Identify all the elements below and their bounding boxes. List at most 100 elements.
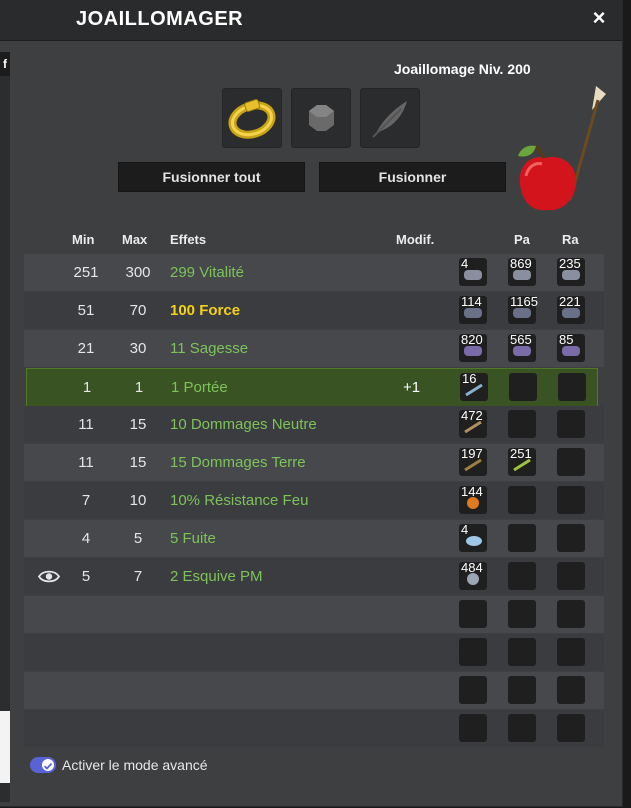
merge-button[interactable]: Fusionner bbox=[319, 162, 506, 192]
header-min: Min bbox=[72, 232, 95, 247]
toggle-knob bbox=[42, 759, 54, 771]
row-max: 10 bbox=[129, 492, 147, 509]
rune-ra-slot[interactable] bbox=[557, 714, 585, 742]
row-min: 1 bbox=[82, 379, 92, 396]
rune-ba-slot[interactable] bbox=[459, 676, 487, 704]
item-slot-feather[interactable] bbox=[360, 88, 420, 148]
rune-pa-slot[interactable]: 251 bbox=[508, 446, 536, 476]
rune-pa-slot[interactable]: 565 bbox=[508, 332, 536, 362]
job-level-label: Joaillomage Niv. 200 bbox=[394, 61, 531, 77]
table-row[interactable]: 11 15 10 Dommages Neutre 472 bbox=[24, 406, 604, 443]
table-row[interactable]: 4 5 5 Fuite 4 bbox=[24, 520, 604, 557]
row-min: 5 bbox=[81, 568, 91, 585]
rune-ba-slot[interactable]: 114 bbox=[459, 294, 487, 324]
title-bar: JOAILLOMAGER × bbox=[0, 0, 622, 41]
merge-all-button[interactable]: Fusionner tout bbox=[118, 162, 305, 192]
empty-row bbox=[24, 672, 604, 709]
rune-ba-slot[interactable]: 820 bbox=[459, 332, 487, 362]
apple-arrow-icon bbox=[518, 86, 606, 211]
close-icon[interactable]: × bbox=[588, 6, 610, 30]
row-effect: 11 Sagesse bbox=[170, 340, 249, 357]
row-min: 7 bbox=[81, 492, 91, 509]
rune-ra-slot[interactable] bbox=[557, 448, 585, 476]
rune-ba-slot[interactable] bbox=[459, 638, 487, 666]
rune-icon bbox=[513, 308, 531, 318]
row-effect: 2 Esquive PM bbox=[170, 568, 263, 585]
rune-ba-slot[interactable] bbox=[459, 600, 487, 628]
rune-ra-slot[interactable] bbox=[557, 524, 585, 552]
row-modif: +1 bbox=[403, 379, 421, 396]
row-effect: 100 Force bbox=[170, 302, 241, 319]
row-effect: 5 Fuite bbox=[170, 530, 216, 547]
row-min: 11 bbox=[78, 454, 94, 471]
rune-icon bbox=[513, 346, 531, 356]
rune-pa-slot[interactable] bbox=[508, 486, 536, 514]
rune-pa-slot[interactable] bbox=[509, 373, 537, 401]
rune-ra-slot[interactable] bbox=[557, 486, 585, 514]
window-title: JOAILLOMAGER bbox=[76, 8, 244, 30]
row-effect: 15 Dommages Terre bbox=[170, 454, 306, 471]
rune-ra-slot[interactable] bbox=[557, 638, 585, 666]
row-max: 7 bbox=[133, 568, 143, 585]
left-tab[interactable]: f bbox=[0, 52, 10, 76]
rune-icon bbox=[513, 270, 531, 280]
rune-ra-slot[interactable] bbox=[557, 600, 585, 628]
table-row[interactable]: 251 300 299 Vitalité 4 869 235 bbox=[24, 254, 604, 291]
empty-row bbox=[24, 634, 604, 671]
item-slot-ring[interactable] bbox=[222, 88, 282, 148]
rune-pa-slot[interactable] bbox=[508, 600, 536, 628]
item-slot-rune[interactable] bbox=[291, 88, 351, 148]
table-row[interactable]: 11 15 15 Dommages Terre 197 251 bbox=[24, 444, 604, 481]
rune-pa-slot[interactable]: 869 bbox=[508, 256, 536, 286]
advanced-mode-label: Activer le mode avancé bbox=[62, 757, 208, 773]
rune-icon bbox=[464, 346, 482, 356]
check-icon bbox=[43, 762, 53, 770]
rune-ba-slot[interactable]: 472 bbox=[459, 408, 487, 438]
table-row[interactable]: 21 30 11 Sagesse 820 565 85 bbox=[24, 330, 604, 367]
table-row[interactable]: 51 70 100 Force 114 1165 221 bbox=[24, 292, 604, 329]
rune-ba-slot[interactable]: 197 bbox=[459, 446, 487, 476]
table-row-selected[interactable]: 1 1 1 Portée +1 16 bbox=[26, 368, 598, 407]
rune-ra-slot[interactable] bbox=[558, 373, 586, 401]
rune-ba-slot[interactable]: 4 bbox=[459, 522, 487, 552]
rune-icon bbox=[562, 270, 580, 280]
rune-pa-slot[interactable] bbox=[508, 524, 536, 552]
rune-icon bbox=[467, 573, 479, 585]
rune-ra-slot[interactable]: 85 bbox=[557, 332, 585, 362]
table-row[interactable]: 7 10 10% Résistance Feu 144 bbox=[24, 482, 604, 519]
advanced-mode-toggle[interactable] bbox=[30, 757, 56, 773]
rune-icon bbox=[513, 458, 531, 472]
empty-row bbox=[24, 710, 604, 747]
rune-ba-slot[interactable]: 4 bbox=[459, 256, 487, 286]
rune-ra-slot[interactable]: 235 bbox=[557, 256, 585, 286]
rune-icon bbox=[465, 383, 483, 397]
rune-pa-slot[interactable] bbox=[508, 638, 536, 666]
rune-icon bbox=[464, 308, 482, 318]
table-row[interactable]: 5 7 2 Esquive PM 484 bbox=[24, 558, 604, 595]
rune-ba-slot[interactable]: 144 bbox=[459, 484, 487, 514]
eye-icon[interactable] bbox=[38, 558, 60, 595]
rune-pa-slot[interactable] bbox=[508, 562, 536, 590]
rune-ra-slot[interactable] bbox=[557, 562, 585, 590]
rune-ba-slot[interactable]: 484 bbox=[459, 560, 487, 590]
header-max: Max bbox=[122, 232, 148, 247]
rune-ra-slot[interactable] bbox=[557, 676, 585, 704]
rune-ra-slot[interactable]: 221 bbox=[557, 294, 585, 324]
rune-icon bbox=[464, 420, 482, 434]
rune-ba-slot[interactable]: 16 bbox=[460, 371, 488, 401]
rune-ba-slot[interactable] bbox=[459, 714, 487, 742]
rune-pa-slot[interactable] bbox=[508, 676, 536, 704]
rune-ra-slot[interactable] bbox=[557, 410, 585, 438]
crafting-window: JOAILLOMAGER × f Joaillomage Niv. 200 Fu… bbox=[0, 0, 622, 806]
rune-icon bbox=[466, 536, 482, 546]
row-min: 251 bbox=[73, 264, 99, 281]
row-effect: 10% Résistance Feu bbox=[170, 492, 309, 509]
rune-pa-slot[interactable] bbox=[508, 410, 536, 438]
rune-pa-slot[interactable]: 1165 bbox=[508, 294, 538, 324]
rune-pa-slot[interactable] bbox=[508, 714, 536, 742]
header-effects: Effets bbox=[170, 232, 207, 247]
row-max: 300 bbox=[125, 264, 151, 281]
rune-icon bbox=[562, 346, 580, 356]
left-white-block bbox=[0, 711, 10, 783]
row-max: 5 bbox=[133, 530, 143, 547]
